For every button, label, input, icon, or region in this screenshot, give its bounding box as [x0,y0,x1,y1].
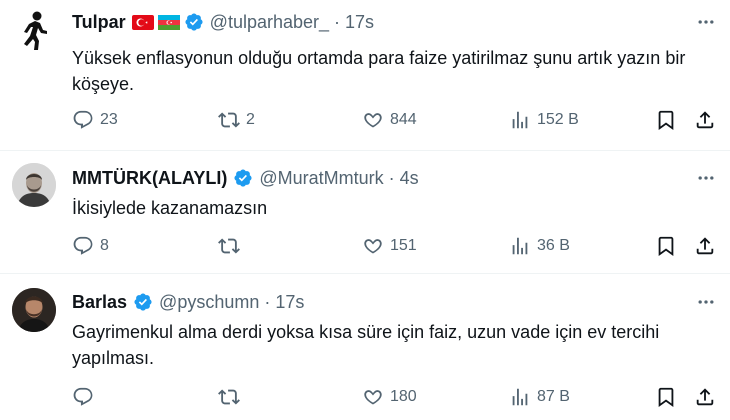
share-button[interactable] [694,385,716,409]
retweet-count: 2 [246,111,255,128]
reply-button[interactable]: 23 [72,108,118,132]
display-name[interactable]: Tulpar [72,12,126,33]
retweet-button[interactable] [218,234,246,258]
bookmark-button[interactable] [655,108,677,132]
running-man-logo-icon [24,11,47,50]
reply-icon [73,236,93,255]
timestamp[interactable]: 17s [275,292,304,313]
bookmark-icon [658,110,674,131]
views-icon [512,111,528,129]
bookmark-button[interactable] [655,234,677,258]
views-count: 36 B [537,237,570,254]
avatar-barlas[interactable] [12,288,56,332]
handle[interactable]: @MuratMmturk [259,168,383,189]
turkey-flag-icon [131,14,154,30]
timestamp[interactable]: 17s [345,12,374,33]
man-portrait-avatar-icon [12,163,56,207]
retweet-button[interactable] [218,385,246,409]
views-count: 87 B [537,388,570,405]
tweet-header: MMTÜRK(ALAYLI) @MuratMmturk · 4s [72,167,419,189]
like-button[interactable]: 151 [362,234,417,258]
tweet-actions: 180 87 B [72,385,720,409]
tweet-header: Tulpar @tulparhaber_ · 17s [72,11,374,33]
separator-dot: · [388,167,395,188]
retweet-icon [218,238,240,254]
tweet-actions: 8 151 36 B [72,234,720,258]
reply-button[interactable] [72,385,100,409]
verified-icon [134,293,152,311]
timestamp[interactable]: 4s [400,168,419,189]
views-count: 152 B [537,111,579,128]
tweet-text: İkisiylede kazanamazsın [72,198,268,218]
more-icon [698,20,714,24]
bookmark-icon [658,387,674,408]
like-count: 151 [390,237,417,254]
reply-count: 23 [100,111,118,128]
display-name[interactable]: Barlas [72,292,127,313]
views-icon [512,237,528,255]
reply-count: 8 [100,237,109,254]
share-button[interactable] [694,108,716,132]
tweet-2[interactable]: MMTÜRK(ALAYLI) @MuratMmturk · 4s İkisiyl… [0,151,730,273]
tweet-text: Yüksek enflasyonun olduğu ortamda para f… [72,48,686,94]
azerbaijan-flag-icon [157,14,180,30]
like-count: 180 [390,388,417,405]
display-name[interactable]: MMTÜRK(ALAYLI) [72,168,227,189]
retweet-button[interactable]: 2 [218,108,255,132]
retweet-icon [218,389,240,405]
views-button[interactable]: 36 B [509,234,570,258]
handle[interactable]: @tulparhaber_ [210,12,329,33]
handle[interactable]: @pyschumn [159,292,259,313]
more-icon [698,176,714,180]
more-button[interactable] [694,12,718,32]
share-icon [696,111,714,129]
reply-icon [73,110,93,129]
bookmark-icon [658,236,674,257]
tweet-1[interactable]: Tulpar @tulparhaber_ · 17s Yüksek enflas… [0,0,730,150]
retweet-icon [218,112,240,128]
verified-icon [234,169,252,187]
tweet-header: Barlas @pyschumn · 17s [72,291,304,313]
bookmark-button[interactable] [655,385,677,409]
tweet-actions: 23 2 844 152 B [72,108,720,132]
like-button[interactable]: 844 [362,108,417,132]
share-icon [696,388,714,406]
avatar-mmturk[interactable] [12,163,56,207]
like-button[interactable]: 180 [362,385,417,409]
separator-dot: · [264,291,271,312]
like-icon [364,113,382,128]
more-button[interactable] [694,292,718,312]
more-button[interactable] [694,168,718,188]
like-count: 844 [390,111,417,128]
views-icon [512,388,528,406]
man-portrait-avatar-icon [12,288,56,332]
separator-dot: · [334,11,341,32]
reply-icon [73,387,93,406]
reply-button[interactable]: 8 [72,234,109,258]
tweet-3[interactable]: Barlas @pyschumn · 17s Gayrimenkul alma … [0,274,730,420]
more-icon [698,300,714,304]
views-button[interactable]: 152 B [509,108,579,132]
share-icon [696,237,714,255]
share-button[interactable] [694,234,716,258]
views-button[interactable]: 87 B [509,385,570,409]
tweet-text: Gayrimenkul alma derdi yoksa kısa süre i… [72,322,660,368]
like-icon [364,239,382,254]
avatar-tulpar[interactable] [12,8,56,52]
like-icon [364,390,382,405]
verified-icon [185,13,203,31]
